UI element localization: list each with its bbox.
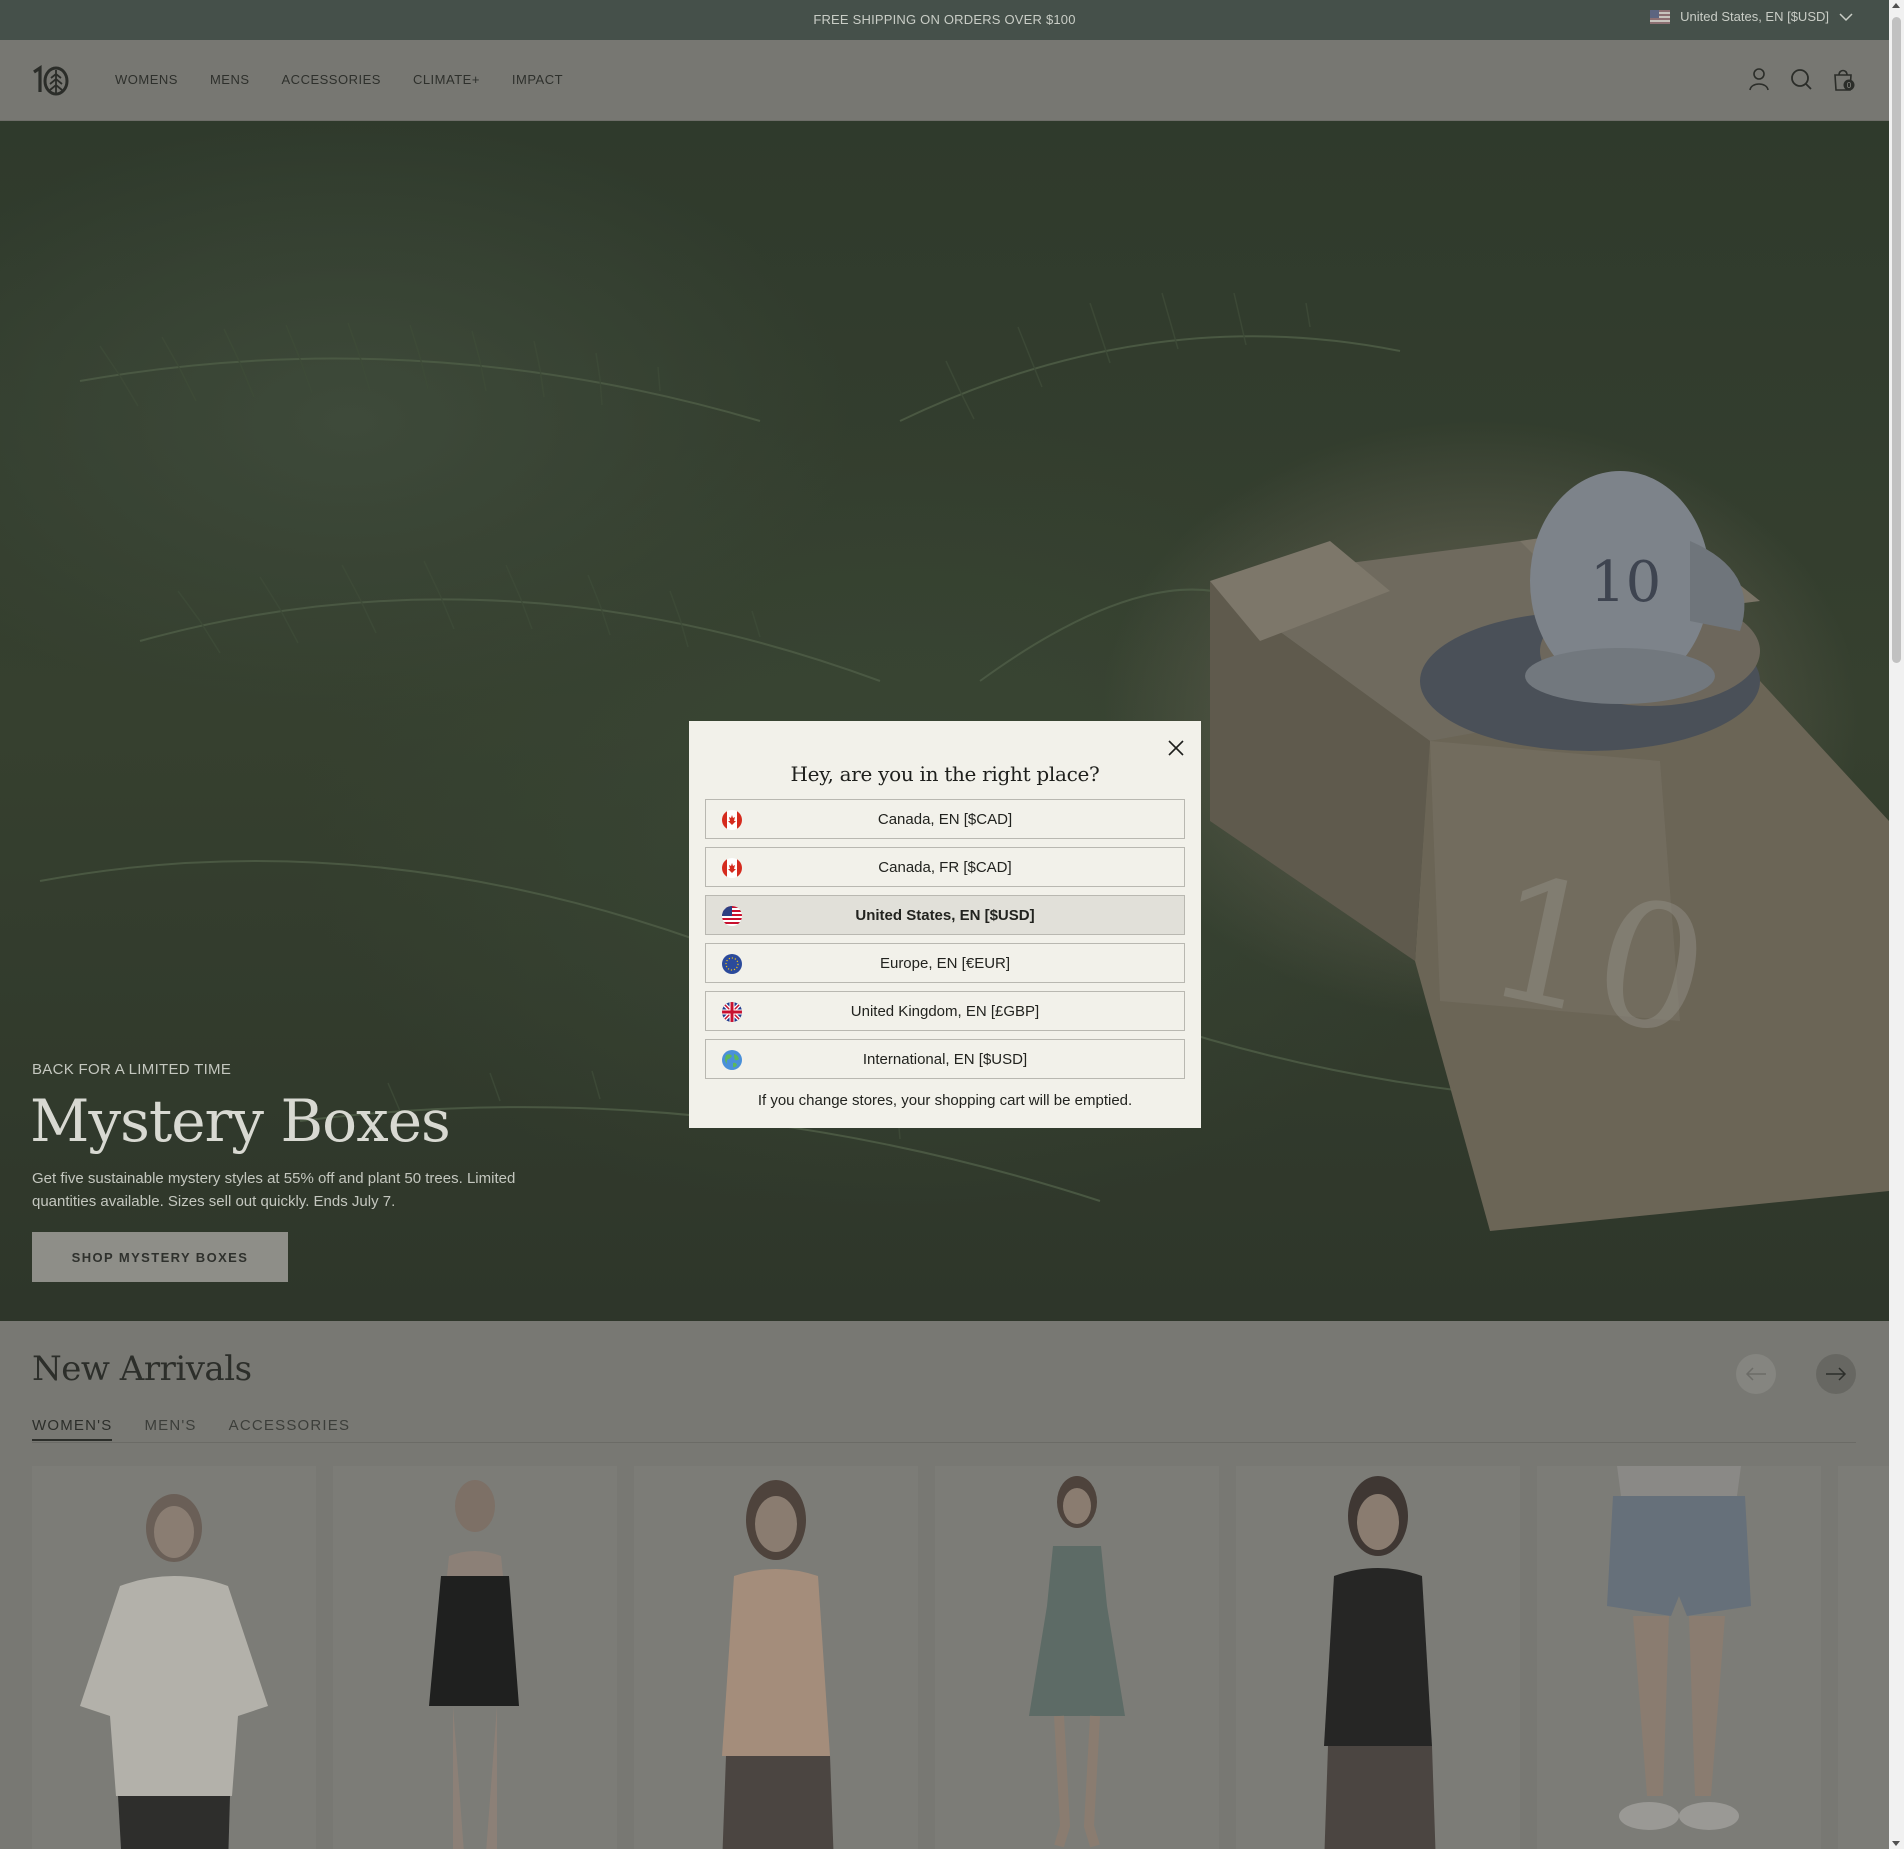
page-scrollbar[interactable] [1889,0,1904,1849]
store-option-label: United Kingdom, EN [£GBP] [850,1002,1040,1020]
store-option-label: Canada, EN [$CAD] [877,810,1013,828]
store-option-international[interactable]: International, EN [$USD] [705,1039,1185,1079]
cart-warning-note: If you change stores, your shopping cart… [757,1092,1133,1109]
store-option-label: Europe, EN [€EUR] [879,954,1011,972]
store-option-label: Canada, FR [$CAD] [878,858,1012,876]
page: FREE SHIPPING ON ORDERS OVER $100 United… [0,0,1889,1849]
store-selector-modal: Hey, are you in the right place? Canada,… [689,721,1201,1128]
us-flag-icon [722,906,742,926]
eu-flag-icon [722,954,742,974]
store-option-canada-en[interactable]: Canada, EN [$CAD] [705,799,1185,839]
store-option-canada-fr[interactable]: Canada, FR [$CAD] [705,847,1185,887]
store-options-list: Canada, EN [$CAD] Canada, FR [$CAD] Unit… [705,799,1185,1079]
globe-icon [722,1050,742,1070]
store-option-united-kingdom[interactable]: United Kingdom, EN [£GBP] [705,991,1185,1031]
uk-flag-icon [722,1002,742,1022]
store-option-label: International, EN [$USD] [862,1050,1028,1068]
modal-title: Hey, are you in the right place? [790,762,1100,786]
store-option-united-states[interactable]: United States, EN [$USD] [705,895,1185,935]
close-icon[interactable] [1165,737,1187,759]
scroll-up-arrow[interactable] [1892,3,1900,8]
scroll-thumb[interactable] [1892,17,1901,663]
store-option-europe[interactable]: Europe, EN [€EUR] [705,943,1185,983]
store-option-label: United States, EN [$USD] [855,906,1035,924]
canada-flag-icon [722,810,742,830]
canada-flag-icon [722,858,742,878]
scroll-down-arrow[interactable] [1892,1841,1900,1846]
